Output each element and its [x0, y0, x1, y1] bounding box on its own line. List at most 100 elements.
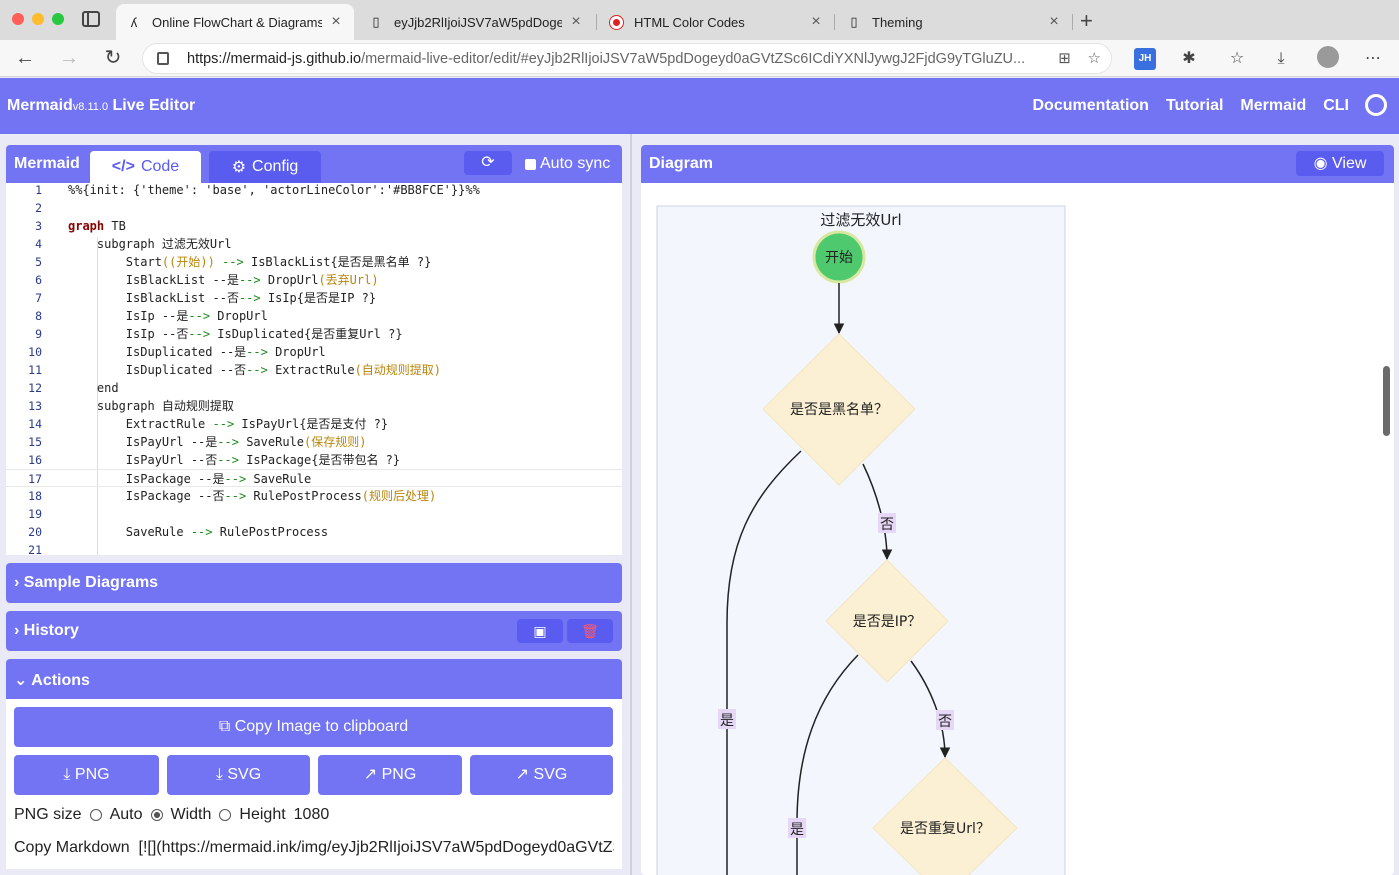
more-menu-icon[interactable]: ⋯: [1362, 48, 1384, 70]
code-line[interactable]: 18 IsPackage --否--> RulePostProcess(规则后处…: [6, 487, 622, 505]
add-favorite-icon[interactable]: ☆: [1088, 50, 1101, 67]
forward-icon[interactable]: →: [56, 45, 82, 71]
url-text[interactable]: https://mermaid-js.github.io/mermaid-liv…: [187, 51, 1037, 67]
code-line[interactable]: 8 IsIp --是--> DropUrl: [6, 307, 622, 325]
png-size-auto-radio[interactable]: [89, 809, 102, 821]
nav-tutorial[interactable]: Tutorial: [1166, 97, 1223, 115]
tab-config[interactable]: ⚙ Config: [209, 151, 321, 183]
app-header: Mermaidv8.11.0 Live Editor Documentation…: [0, 78, 1399, 134]
chevron-right-icon: ›: [14, 574, 20, 591]
line-number: 18: [28, 489, 42, 503]
code-line[interactable]: 9 IsIp --否--> IsDuplicated{是否重复Url ?}: [6, 325, 622, 343]
line-number: 5: [35, 255, 42, 269]
download-svg-button[interactable]: ⤓ SVG: [167, 755, 310, 795]
png-size-width-radio[interactable]: [150, 809, 163, 821]
url-bar[interactable]: https://mermaid-js.github.io/mermaid-liv…: [142, 43, 1112, 74]
png-size-value[interactable]: 1080: [294, 806, 330, 824]
code-line[interactable]: 10 IsDuplicated --是--> DropUrl: [6, 343, 622, 361]
sync-icon: ⟳: [481, 154, 495, 171]
sample-diagrams-section[interactable]: › Sample Diagrams: [6, 563, 622, 603]
line-number: 4: [35, 237, 42, 251]
close-tab-icon[interactable]: ×: [808, 13, 824, 31]
save-history-button[interactable]: ▣: [517, 619, 563, 643]
code-line[interactable]: 17 IsPackage --是--> SaveRule: [6, 469, 622, 487]
code-text: IsIp --否--> IsDuplicated{是否重复Url ?}: [68, 327, 403, 341]
code-line[interactable]: 7 IsBlackList --否--> IsIp{是否是IP ?}: [6, 289, 622, 307]
copy-markdown-value[interactable]: [![](https://mermaid.ink/img/eyJjb2RlIjo…: [139, 839, 615, 856]
code-line[interactable]: 15 IsPayUrl --是--> SaveRule(保存规则): [6, 433, 622, 451]
code-text: subgraph 自动规则提取: [68, 399, 234, 413]
external-link-icon: ↗: [515, 766, 530, 783]
diagram-scrollbar[interactable]: [1383, 366, 1390, 436]
code-line[interactable]: 13 subgraph 自动规则提取: [6, 397, 622, 415]
code-line[interactable]: 4 subgraph 过滤无效Url: [6, 235, 622, 253]
open-png-button[interactable]: ↗ PNG: [318, 755, 462, 795]
new-tab-icon[interactable]: +: [1080, 8, 1093, 34]
code-line[interactable]: 2: [6, 199, 622, 217]
download-icon: ⤓: [63, 766, 71, 783]
minimize-window-button[interactable]: [32, 13, 44, 25]
app-available-icon[interactable]: ⊞: [1058, 50, 1071, 67]
reload-icon[interactable]: ↻: [100, 45, 126, 71]
maximize-window-button[interactable]: [52, 13, 64, 25]
subgraph-title: 过滤无效Url: [820, 211, 901, 229]
copy-markdown-row: Copy Markdown [![](https://mermaid.ink/i…: [14, 839, 614, 857]
profile-avatar[interactable]: [1317, 46, 1339, 68]
diagram-panel: Diagram ◉ View 过滤无效Url 开始 是否是黑名单？ 是 否 是否…: [641, 145, 1394, 875]
line-number: 17: [28, 472, 42, 486]
code-line[interactable]: 12 end: [6, 379, 622, 397]
code-line[interactable]: 19: [6, 505, 622, 523]
sync-button[interactable]: ⟳: [464, 151, 512, 175]
nav-mermaid[interactable]: Mermaid: [1240, 97, 1306, 115]
clear-history-button[interactable]: 🗑: [567, 619, 613, 643]
copy-image-button[interactable]: ⧉ Copy Image to clipboard: [14, 707, 613, 747]
close-tab-icon[interactable]: ×: [568, 13, 584, 31]
auto-sync-toggle[interactable]: Auto sync: [525, 155, 610, 173]
line-number: 13: [28, 399, 42, 413]
close-tab-icon[interactable]: ×: [328, 13, 344, 31]
app-brand[interactable]: Mermaidv8.11.0 Live Editor: [7, 97, 195, 115]
close-tab-icon[interactable]: ×: [1046, 13, 1062, 31]
panel-resize-handle[interactable]: [630, 134, 632, 875]
github-icon[interactable]: [1365, 94, 1387, 116]
extensions-icon[interactable]: ✱: [1178, 48, 1200, 70]
browser-tab-color-codes[interactable]: HTML Color Codes ×: [598, 4, 834, 40]
editor-panel: Mermaid </> Code ⚙ Config ⟳ Auto sync 1 %%{…: [6, 145, 622, 869]
actions-body: ⧉ Copy Image to clipboard ⤓ PNG ⤓ SVG ↗ …: [6, 699, 622, 869]
open-svg-button[interactable]: ↗ SVG: [470, 755, 613, 795]
browser-tab-mermaid[interactable]: ʎ Online FlowChart & Diagrams E ×: [116, 4, 354, 40]
browser-tab-theming[interactable]: ▯ Theming ×: [836, 4, 1072, 40]
code-line[interactable]: 6 IsBlackList --是--> DropUrl(丢弃Url): [6, 271, 622, 289]
history-section[interactable]: › History ▣ 🗑: [6, 611, 622, 651]
back-icon[interactable]: ←: [12, 45, 38, 71]
flowchart-diagram[interactable]: 过滤无效Url 开始 是否是黑名单？ 是 否 是否是IP？ 是 否 是否重复Ur…: [641, 183, 1394, 875]
favorites-icon[interactable]: ☆: [1226, 48, 1248, 70]
jh-extension-icon[interactable]: JH: [1134, 48, 1156, 70]
png-size-height-radio[interactable]: [219, 809, 232, 821]
code-line[interactable]: 3 graph TB: [6, 217, 622, 235]
code-line[interactable]: 21: [6, 541, 622, 555]
code-line[interactable]: 11 IsDuplicated --否--> ExtractRule(自动规则提…: [6, 361, 622, 379]
png-size-options: PNG size Auto Width Height 1080: [14, 806, 330, 824]
browser-tab-image[interactable]: ▯ eyJjb2RlIjoiJSV7aW5pdDogeyc ×: [358, 4, 594, 40]
code-line[interactable]: 20 SaveRule --> RulePostProcess: [6, 523, 622, 541]
code-line[interactable]: 16 IsPayUrl --否--> IsPackage{是否带包名 ?}: [6, 451, 622, 469]
code-line[interactable]: 1 %%{init: {'theme': 'base', 'actorLineCo…: [6, 183, 622, 199]
close-window-button[interactable]: [12, 13, 24, 25]
code-line[interactable]: 14 ExtractRule --> IsPayUrl{是否是支付 ?}: [6, 415, 622, 433]
code-editor[interactable]: 1 %%{init: {'theme': 'base', 'actorLineCo…: [6, 183, 622, 555]
tab-code[interactable]: </> Code: [90, 151, 201, 183]
code-text: end: [68, 381, 119, 395]
tab-actions-icon[interactable]: [82, 11, 100, 27]
node-is-ip-label: 是否是IP？: [853, 614, 922, 630]
line-number: 11: [28, 363, 42, 377]
code-text: IsBlackList --否--> IsIp{是否是IP ?}: [68, 291, 377, 305]
download-png-button[interactable]: ⤓ PNG: [14, 755, 159, 795]
code-line[interactable]: 5 Start((开始)) --> IsBlackList{是否是黑名单 ?}: [6, 253, 622, 271]
actions-section-header[interactable]: ⌄ Actions: [6, 659, 622, 699]
nav-cli[interactable]: CLI: [1323, 97, 1349, 115]
downloads-icon[interactable]: ⤓: [1270, 48, 1292, 70]
auto-sync-checkbox[interactable]: [525, 158, 536, 170]
nav-documentation[interactable]: Documentation: [1032, 97, 1148, 115]
view-button[interactable]: ◉ View: [1296, 151, 1384, 176]
